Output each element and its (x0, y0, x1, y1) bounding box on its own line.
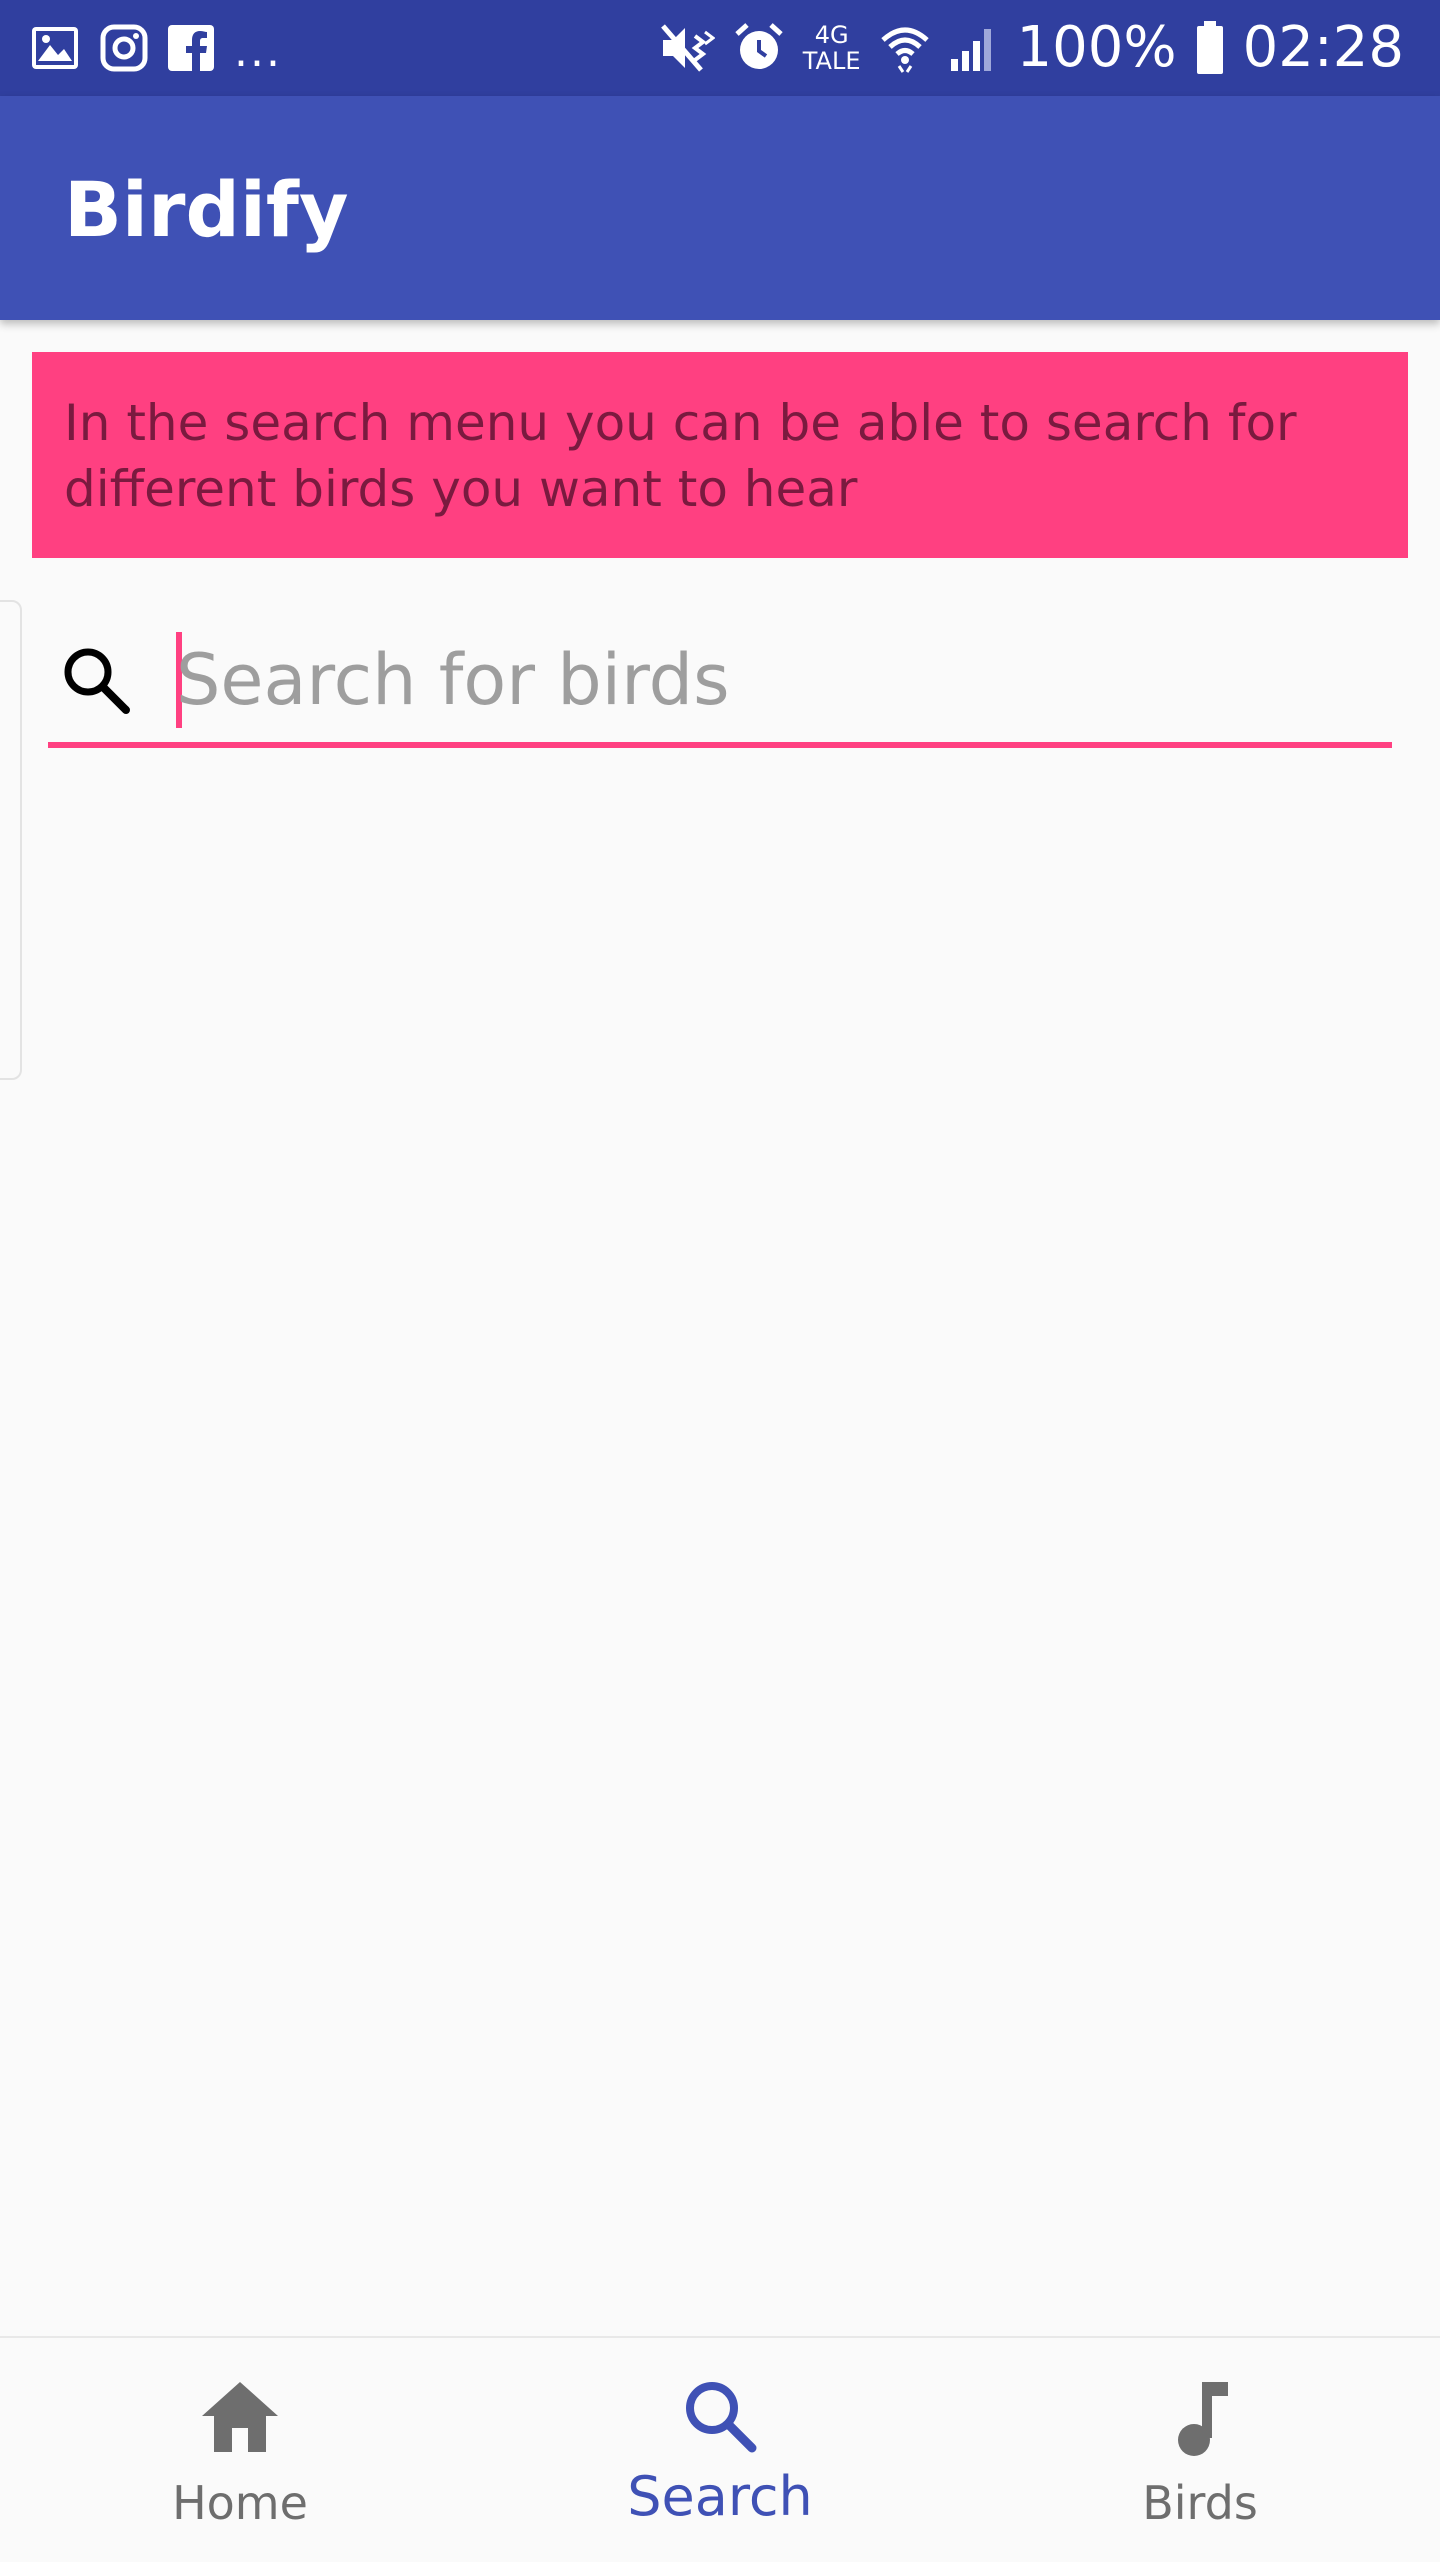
nav-item-search[interactable]: Search (480, 2338, 960, 2562)
search-icon (56, 640, 136, 720)
home-icon (202, 2382, 278, 2452)
info-banner-text: In the search menu you can be able to se… (64, 394, 1297, 518)
status-bar-notifications: ... (30, 22, 282, 74)
nav-item-birds-label: Birds (1142, 2476, 1258, 2530)
search-bar[interactable] (48, 618, 1392, 748)
battery-percentage: 100% (1016, 15, 1177, 80)
facebook-icon (168, 25, 214, 71)
nav-item-home-label: Home (172, 2476, 308, 2530)
nav-item-search-label: Search (627, 2465, 813, 2528)
gallery-icon (30, 25, 80, 71)
battery-icon (1195, 21, 1225, 75)
app-bar: Birdify (0, 96, 1440, 320)
alarm-icon (733, 22, 785, 74)
signal-icon (949, 23, 999, 73)
nav-item-birds[interactable]: Birds (960, 2338, 1440, 2562)
search-input[interactable] (176, 628, 1376, 732)
wifi-icon (879, 22, 931, 74)
network-type-top: 4G (814, 21, 849, 49)
instagram-icon (100, 24, 148, 72)
drawer-edge-handle[interactable] (0, 600, 22, 1080)
status-bar-system: 4G TALE 100% 02:28 (659, 16, 1404, 80)
more-notifications-indicator: ... (234, 26, 282, 77)
status-bar: ... 4G TALE 100% 02:28 (0, 0, 1440, 96)
clock: 02:28 (1242, 15, 1404, 80)
info-banner: In the search menu you can be able to se… (32, 352, 1408, 558)
bottom-navigation: Home Search Birds (0, 2336, 1440, 2562)
vibrate-mute-icon (659, 22, 715, 74)
music-note-icon (1178, 2382, 1228, 2456)
app-title: Birdify (64, 165, 349, 254)
search-icon (686, 2382, 757, 2453)
network-type-indicator: 4G TALE (803, 22, 861, 74)
nav-item-home[interactable]: Home (0, 2338, 480, 2562)
network-type-bottom: TALE (802, 47, 861, 75)
